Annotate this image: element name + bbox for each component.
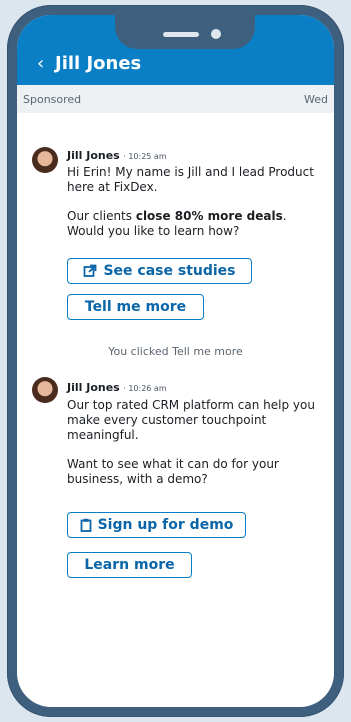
message-text: Want to see what it can do for your busi… (67, 457, 279, 486)
avatar (32, 377, 58, 403)
message-time: · 10:25 am (123, 152, 167, 161)
message-body: Our top rated CRM platform can help you … (67, 398, 317, 501)
message-text: Hi Erin! My name is Jill and I lead Prod… (67, 165, 314, 194)
day-label: Wed (304, 93, 328, 106)
message-text: Our top rated CRM platform can help you … (67, 398, 315, 442)
phone-screen: ‹ Jill Jones Sponsored Wed Jill Jones · … (17, 15, 334, 707)
message-body: Hi Erin! My name is Jill and I lead Prod… (67, 165, 317, 253)
phone-frame: ‹ Jill Jones Sponsored Wed Jill Jones · … (7, 5, 344, 717)
sponsored-label: Sponsored (23, 93, 82, 106)
button-label: See case studies (103, 263, 236, 279)
learn-more-button[interactable]: Learn more (67, 552, 192, 578)
message-text: Our clients close 80% more deals. Would … (67, 209, 287, 238)
sender-name: Jill Jones (67, 381, 120, 394)
sign-up-for-demo-button[interactable]: Sign up for demo (67, 512, 246, 538)
phone-notch (115, 15, 255, 49)
clicked-note: You clicked Tell me more (108, 345, 243, 358)
avatar (32, 147, 58, 173)
clipboard-icon (80, 518, 91, 532)
sponsored-bar: Sponsored Wed (17, 85, 334, 113)
tell-me-more-button[interactable]: Tell me more (67, 294, 204, 320)
see-case-studies-button[interactable]: See case studies (67, 258, 252, 284)
camera-icon (211, 29, 221, 39)
speaker-icon (163, 32, 199, 37)
message-time: · 10:26 am (123, 384, 167, 393)
message-sender: Jill Jones · 10:25 am (67, 149, 167, 162)
button-label: Learn more (84, 557, 175, 573)
sender-name: Jill Jones (67, 149, 120, 162)
message-sender: Jill Jones · 10:26 am (67, 381, 167, 394)
button-label: Sign up for demo (97, 517, 234, 533)
button-label: Tell me more (84, 299, 187, 315)
external-link-icon (84, 264, 97, 277)
back-chevron-icon[interactable]: ‹ (37, 54, 44, 74)
contact-name-title: Jill Jones (55, 53, 142, 74)
